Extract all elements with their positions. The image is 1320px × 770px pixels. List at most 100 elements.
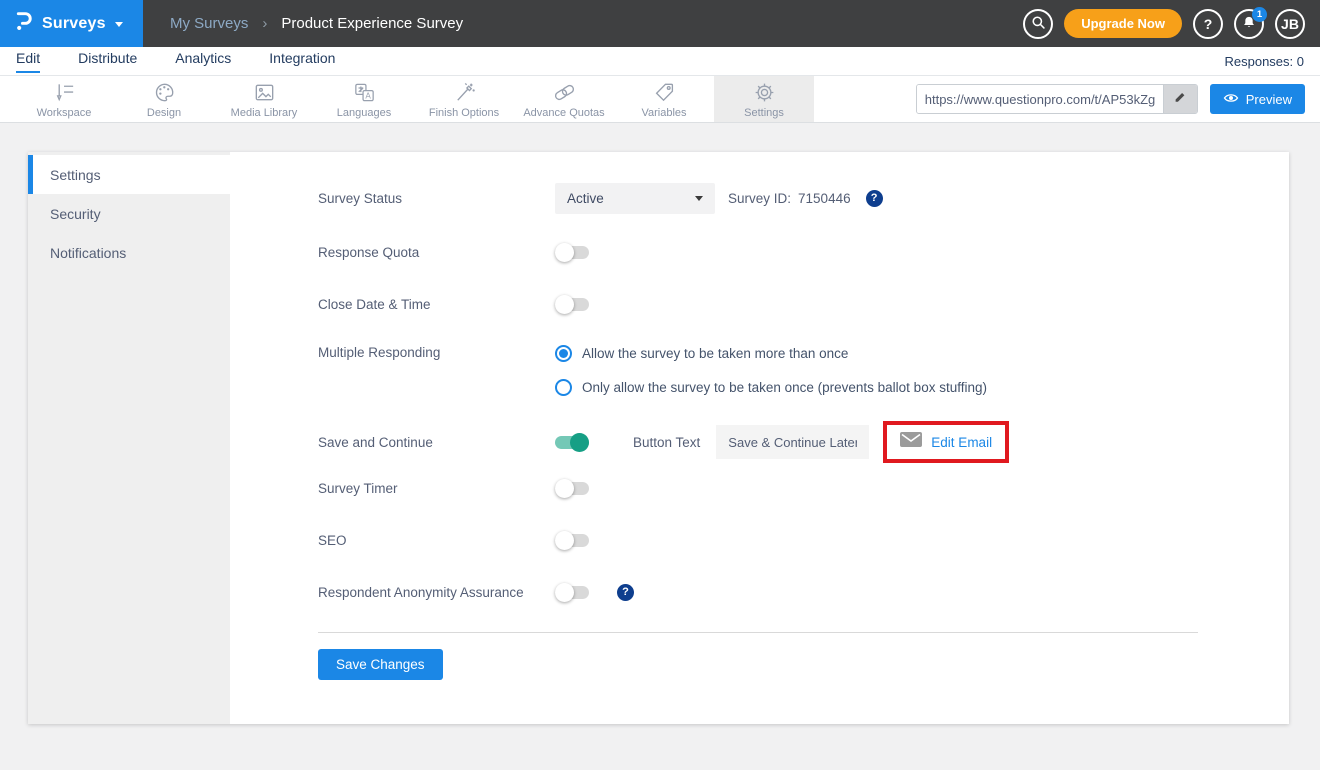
form-divider xyxy=(318,632,1198,633)
edit-email-button[interactable]: Edit Email xyxy=(883,421,1009,463)
header-actions: Upgrade Now ? 1 JB xyxy=(1023,0,1320,47)
survey-timer-toggle[interactable] xyxy=(555,482,589,495)
survey-status-value: Active xyxy=(567,191,604,206)
settings-side-panel: Settings Security Notifications xyxy=(28,152,230,724)
toggle-knob xyxy=(555,295,574,314)
advance-quotas-link-icon xyxy=(552,80,577,105)
pencil-icon xyxy=(1173,90,1187,109)
toolbar-item-label: Workspace xyxy=(37,107,92,119)
app-label: Surveys xyxy=(42,15,106,33)
button-text-label: Button Text xyxy=(633,435,700,450)
survey-url-input[interactable] xyxy=(917,85,1163,113)
toolbar-item-languages[interactable]: A Languages xyxy=(314,76,414,122)
toolbar-item-variables[interactable]: Variables xyxy=(614,76,714,122)
survey-status-row: Survey Status Active Survey ID: 7150446 … xyxy=(318,182,1289,214)
responses-count: Responses: 0 xyxy=(1225,54,1305,69)
respondent-anonymity-row: Respondent Anonymity Assurance ? xyxy=(318,576,1289,608)
preview-label: Preview xyxy=(1246,92,1292,107)
tab-edit[interactable]: Edit xyxy=(16,50,40,73)
settings-gear-icon xyxy=(752,80,777,105)
notifications-button[interactable]: 1 xyxy=(1234,9,1264,39)
toggle-knob xyxy=(570,433,589,452)
edit-toolbar: Workspace Design xyxy=(0,76,1320,123)
radio-selected-icon[interactable] xyxy=(555,345,572,362)
close-date-time-toggle[interactable] xyxy=(555,298,589,311)
save-and-continue-row: Save and Continue Button Text Edit Email xyxy=(318,420,1289,464)
close-date-time-row: Close Date & Time xyxy=(318,288,1289,320)
breadcrumb-my-surveys[interactable]: My Surveys xyxy=(170,15,248,32)
preview-button[interactable]: Preview xyxy=(1210,84,1305,114)
save-and-continue-toggle[interactable] xyxy=(555,436,589,449)
sidebar-item-settings[interactable]: Settings xyxy=(28,155,230,194)
respondent-anonymity-toggle[interactable] xyxy=(555,586,589,599)
top-header: Surveys My Surveys › Product Experience … xyxy=(0,0,1320,47)
design-palette-icon xyxy=(152,80,177,105)
svg-text:A: A xyxy=(365,91,371,100)
response-quota-toggle[interactable] xyxy=(555,246,589,259)
question-mark-icon: ? xyxy=(1204,16,1213,32)
toolbar-item-label: Variables xyxy=(641,107,686,119)
toolbar-item-label: Media Library xyxy=(231,107,298,119)
toolbar-item-workspace[interactable]: Workspace xyxy=(14,76,114,122)
toolbar-item-label: Design xyxy=(147,107,181,119)
save-and-continue-label: Save and Continue xyxy=(318,435,555,450)
response-quota-label: Response Quota xyxy=(318,245,555,260)
breadcrumb: My Surveys › Product Experience Survey xyxy=(143,0,1023,47)
survey-timer-row: Survey Timer xyxy=(318,472,1289,504)
languages-icon: A xyxy=(352,80,377,105)
subnav-tabs: Edit Distribute Analytics Integration xyxy=(16,50,335,73)
media-library-icon xyxy=(252,80,277,105)
survey-timer-label: Survey Timer xyxy=(318,481,555,496)
notification-count-badge: 1 xyxy=(1252,7,1267,22)
user-avatar[interactable]: JB xyxy=(1275,9,1305,39)
edit-email-label: Edit Email xyxy=(931,435,992,450)
survey-id-value: 7150446 xyxy=(798,191,851,206)
help-button[interactable]: ? xyxy=(1193,9,1223,39)
settings-card: Settings Security Notifications Survey S… xyxy=(28,152,1289,724)
radio-option-label: Allow the survey to be taken more than o… xyxy=(582,346,848,361)
search-icon xyxy=(1030,14,1047,34)
tab-distribute[interactable]: Distribute xyxy=(78,50,137,73)
toolbar-items: Workspace Design xyxy=(0,76,814,122)
tab-analytics[interactable]: Analytics xyxy=(175,50,231,73)
toolbar-item-settings[interactable]: Settings xyxy=(714,76,814,122)
toolbar-item-advance-quotas[interactable]: Advance Quotas xyxy=(514,76,614,122)
seo-toggle[interactable] xyxy=(555,534,589,547)
toolbar-item-media-library[interactable]: Media Library xyxy=(214,76,314,122)
breadcrumb-separator: › xyxy=(262,15,267,32)
sidebar-item-notifications[interactable]: Notifications xyxy=(28,233,230,272)
respondent-anonymity-label: Respondent Anonymity Assurance xyxy=(318,585,555,600)
toolbar-item-label: Finish Options xyxy=(429,107,499,119)
survey-id-help-icon[interactable]: ? xyxy=(866,190,883,207)
toggle-knob xyxy=(555,243,574,262)
save-changes-button[interactable]: Save Changes xyxy=(318,649,443,680)
sidebar-item-security[interactable]: Security xyxy=(28,194,230,233)
breadcrumb-survey-title: Product Experience Survey xyxy=(281,15,463,32)
respondent-anonymity-help-icon[interactable]: ? xyxy=(617,584,634,601)
search-button[interactable] xyxy=(1023,9,1053,39)
finish-options-wand-icon xyxy=(452,80,477,105)
toolbar-item-label: Advance Quotas xyxy=(523,107,604,119)
questionpro-logo-icon xyxy=(14,9,33,38)
button-text-input[interactable] xyxy=(716,425,869,459)
workspace-icon xyxy=(52,80,77,105)
radio-allow-once[interactable]: Only allow the survey to be taken once (… xyxy=(555,374,987,400)
survey-subnav: Edit Distribute Analytics Integration Re… xyxy=(0,47,1320,76)
toolbar-item-design[interactable]: Design xyxy=(114,76,214,122)
variables-tag-icon xyxy=(652,80,677,105)
multiple-responding-row: Multiple Responding Allow the survey to … xyxy=(318,340,1289,400)
edit-url-button[interactable] xyxy=(1163,85,1197,113)
chevron-down-icon xyxy=(695,196,703,201)
tab-integration[interactable]: Integration xyxy=(269,50,335,73)
radio-allow-multiple[interactable]: Allow the survey to be taken more than o… xyxy=(555,340,987,366)
eye-icon xyxy=(1223,92,1239,107)
seo-row: SEO xyxy=(318,524,1289,556)
multiple-responding-label: Multiple Responding xyxy=(318,340,555,366)
toggle-knob xyxy=(555,479,574,498)
surveys-product-switcher[interactable]: Surveys xyxy=(0,0,143,47)
radio-unselected-icon[interactable] xyxy=(555,379,572,396)
upgrade-now-button[interactable]: Upgrade Now xyxy=(1064,9,1182,38)
survey-status-dropdown[interactable]: Active xyxy=(555,183,715,214)
toolbar-item-finish-options[interactable]: Finish Options xyxy=(414,76,514,122)
toolbar-item-label: Languages xyxy=(337,107,391,119)
